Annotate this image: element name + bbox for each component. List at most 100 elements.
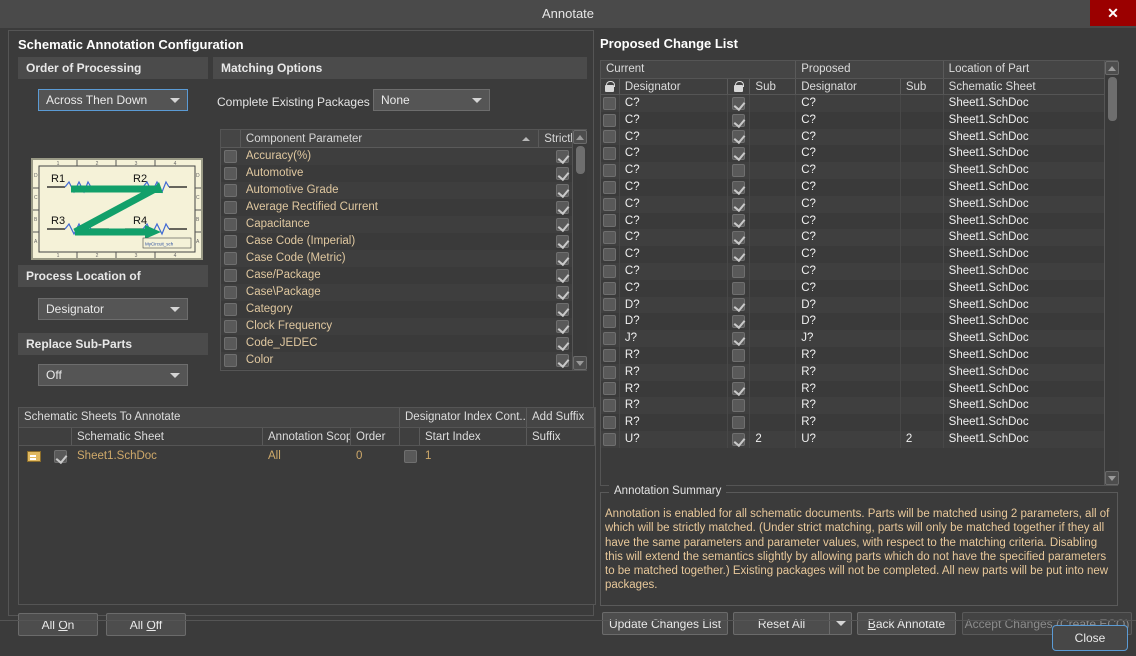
table-row[interactable]: U?2U?2Sheet1.SchDoc (601, 431, 1117, 448)
table-row[interactable]: R?R?Sheet1.SchDoc (601, 347, 1117, 364)
reset-all-label[interactable]: Reset All (734, 613, 829, 634)
current-sub-lock-cell[interactable] (728, 263, 751, 280)
component-parameter-row[interactable]: Case/Package (221, 267, 586, 284)
column-suffix[interactable]: Suffix (527, 428, 595, 445)
sheet-row[interactable]: Sheet1.SchDocAll01 (19, 446, 595, 466)
component-parameter-row[interactable]: Color (221, 352, 586, 369)
sheet-enabled-checkbox[interactable] (54, 450, 67, 463)
current-lock-checkbox[interactable] (603, 366, 616, 379)
current-lock-cell[interactable] (601, 431, 620, 448)
current-sub-lock-cell[interactable] (728, 112, 751, 129)
column-component-parameter[interactable]: Component Parameter (246, 133, 362, 145)
strictly-checkbox[interactable] (556, 150, 569, 163)
order-of-processing-select[interactable]: Across Then Down (38, 89, 188, 111)
process-location-of-select[interactable]: Designator (38, 298, 188, 320)
column-schematic-sheet[interactable]: Schematic Sheet (944, 79, 1117, 94)
current-sub-lock-checkbox[interactable] (732, 265, 745, 278)
table-row[interactable]: C?C?Sheet1.SchDoc (601, 280, 1117, 297)
current-lock-cell[interactable] (601, 213, 620, 230)
current-lock-cell[interactable] (601, 313, 620, 330)
parameter-select-cell[interactable] (221, 199, 241, 216)
scroll-up-icon[interactable] (573, 130, 587, 144)
current-sub-lock-checkbox[interactable] (732, 332, 745, 345)
current-lock-cell[interactable] (601, 297, 620, 314)
current-sub-lock-checkbox[interactable] (732, 433, 745, 446)
table-row[interactable]: C?C?Sheet1.SchDoc (601, 162, 1117, 179)
current-sub-lock-cell[interactable] (728, 162, 751, 179)
strictly-checkbox[interactable] (556, 252, 569, 265)
current-lock-cell[interactable] (601, 229, 620, 246)
current-sub-lock-checkbox[interactable] (732, 147, 745, 160)
current-lock-cell[interactable] (601, 129, 620, 146)
table-row[interactable]: C?C?Sheet1.SchDoc (601, 196, 1117, 213)
scroll-up-icon[interactable] (1105, 61, 1119, 75)
current-lock-checkbox[interactable] (603, 198, 616, 211)
close-icon[interactable]: ✕ (1090, 0, 1136, 26)
current-sub-lock-checkbox[interactable] (732, 349, 745, 362)
current-lock-checkbox[interactable] (603, 97, 616, 110)
strictly-checkbox[interactable] (556, 235, 569, 248)
current-sub-lock-checkbox[interactable] (732, 231, 745, 244)
scrollbar-thumb[interactable] (1108, 77, 1117, 121)
current-sub-lock-checkbox[interactable] (732, 164, 745, 177)
current-sub-lock-checkbox[interactable] (732, 214, 745, 227)
table-row[interactable]: R?R?Sheet1.SchDoc (601, 381, 1117, 398)
current-sub-lock-checkbox[interactable] (732, 97, 745, 110)
parameter-select-checkbox[interactable] (224, 354, 237, 367)
parameter-select-cell[interactable] (221, 182, 241, 199)
current-sub-lock-cell[interactable] (728, 414, 751, 431)
parameter-select-checkbox[interactable] (224, 184, 237, 197)
component-parameter-row[interactable]: Code_JEDEC (221, 335, 586, 352)
current-lock-checkbox[interactable] (603, 298, 616, 311)
parameter-select-cell[interactable] (221, 352, 241, 369)
current-lock-cell[interactable] (601, 397, 620, 414)
current-lock-cell[interactable] (601, 196, 620, 213)
table-row[interactable]: C?C?Sheet1.SchDoc (601, 213, 1117, 230)
sheet-enabled-cell[interactable] (49, 450, 72, 463)
current-sub-lock-checkbox[interactable] (732, 416, 745, 429)
current-sub-lock-checkbox[interactable] (732, 382, 745, 395)
current-sub-lock-cell[interactable] (728, 297, 751, 314)
current-lock-checkbox[interactable] (603, 282, 616, 295)
scroll-down-icon[interactable] (1105, 471, 1119, 485)
change-list-table[interactable]: Current Proposed Location of Part Design… (600, 60, 1118, 486)
parameter-select-cell[interactable] (221, 233, 241, 250)
current-lock-cell[interactable] (601, 347, 620, 364)
component-parameter-row[interactable]: Clock Frequency (221, 318, 586, 335)
current-sub-lock-cell[interactable] (728, 213, 751, 230)
column-proposed-designator[interactable]: Designator (796, 79, 901, 94)
reset-all-dropdown-button[interactable] (829, 613, 851, 634)
table-row[interactable]: D?D?Sheet1.SchDoc (601, 313, 1117, 330)
current-lock-checkbox[interactable] (603, 382, 616, 395)
component-parameter-row[interactable]: Case Code (Imperial) (221, 233, 586, 250)
table-row[interactable]: C?C?Sheet1.SchDoc (601, 129, 1117, 146)
current-sub-lock-cell[interactable] (728, 280, 751, 297)
current-lock-checkbox[interactable] (603, 332, 616, 345)
parameter-select-checkbox[interactable] (224, 269, 237, 282)
designator-index-continue-cell[interactable] (400, 450, 420, 463)
component-parameter-row[interactable]: Category (221, 301, 586, 318)
current-lock-checkbox[interactable] (603, 164, 616, 177)
column-current-sub[interactable]: Sub (750, 79, 796, 94)
current-lock-cell[interactable] (601, 381, 620, 398)
component-parameter-row[interactable]: Average Rectified Current (221, 199, 586, 216)
complete-existing-packages-select[interactable]: None (373, 89, 490, 111)
table-row[interactable]: C?C?Sheet1.SchDoc (601, 263, 1117, 280)
table-row[interactable]: C?C?Sheet1.SchDoc (601, 246, 1117, 263)
current-lock-cell[interactable] (601, 112, 620, 129)
update-changes-list-button[interactable]: Update Changes List (602, 612, 728, 635)
current-lock-checkbox[interactable] (603, 399, 616, 412)
strictly-checkbox[interactable] (556, 286, 569, 299)
parameter-select-cell[interactable] (221, 301, 241, 318)
current-lock-checkbox[interactable] (603, 349, 616, 362)
column-current-designator[interactable]: Designator (620, 79, 728, 94)
current-sub-lock-cell[interactable] (728, 95, 751, 112)
current-sub-lock-checkbox[interactable] (732, 114, 745, 127)
replace-sub-parts-select[interactable]: Off (38, 364, 188, 386)
parameter-select-cell[interactable] (221, 284, 241, 301)
current-lock-checkbox[interactable] (603, 433, 616, 446)
strictly-checkbox[interactable] (556, 303, 569, 316)
current-sub-lock-cell[interactable] (728, 431, 751, 448)
column-proposed-sub[interactable]: Sub (901, 79, 944, 94)
parameter-select-checkbox[interactable] (224, 320, 237, 333)
